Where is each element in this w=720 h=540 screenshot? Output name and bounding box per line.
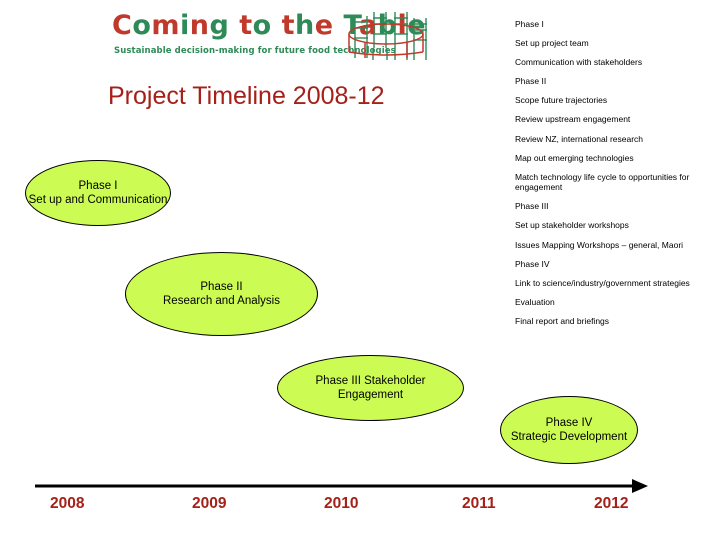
phase-3-ellipse: Phase III Stakeholder Engagement bbox=[277, 355, 464, 421]
phase-4-ellipse: Phase IV Strategic Development bbox=[500, 396, 638, 464]
phase-2-line-1: Phase II bbox=[200, 281, 243, 293]
phase-1-line-2: Set up and Communication bbox=[28, 194, 168, 206]
list-item: Phase II bbox=[515, 76, 547, 87]
timeline-year-2010: 2010 bbox=[324, 495, 359, 512]
phase-3-line-1: Phase III Stakeholder bbox=[315, 375, 426, 387]
phase-2-line-2: Research and Analysis bbox=[163, 295, 280, 307]
list-item: Set up stakeholder workshops bbox=[515, 220, 629, 231]
phase-4-line-1: Phase IV bbox=[545, 417, 593, 429]
list-item: Phase IV bbox=[515, 258, 550, 269]
timeline-year-labels: 2008 2009 2010 2011 2012 bbox=[0, 495, 720, 525]
list-item: Review upstream engagement bbox=[515, 114, 631, 125]
timeline-year-2012: 2012 bbox=[594, 495, 629, 512]
phase-4-label: Phase IV Strategic Development bbox=[511, 416, 627, 444]
list-item: Final report and briefings bbox=[515, 315, 610, 326]
timeline-year-2008: 2008 bbox=[50, 495, 85, 512]
list-item: Set up project team bbox=[515, 38, 589, 49]
phase-3-line-2: Engagement bbox=[337, 389, 404, 401]
phase-1-label: Phase I Set up and Communication bbox=[29, 179, 168, 207]
list-item: Issues Mapping Workshops – general, Maor… bbox=[515, 239, 684, 250]
list-item: Evaluation bbox=[515, 296, 555, 307]
phase-activity-list: Phase I Set up project team Communicatio… bbox=[515, 19, 715, 335]
site-logo: Coming to the Table Sustainable decision… bbox=[112, 12, 447, 70]
list-item: Communication with stakeholders bbox=[515, 57, 643, 68]
list-item: Link to science/industry/government stra… bbox=[515, 277, 690, 288]
list-item: Map out emerging technologies bbox=[515, 152, 634, 163]
list-item: Scope future trajectories bbox=[515, 95, 608, 106]
phase-1-ellipse: Phase I Set up and Communication bbox=[25, 160, 171, 226]
phase-3-label: Phase III Stakeholder Engagement bbox=[316, 374, 426, 402]
phase-4-line-2: Strategic Development bbox=[510, 431, 628, 443]
round-table-with-chairs-icon bbox=[348, 12, 427, 60]
phase-1-line-1: Phase I bbox=[78, 180, 118, 192]
timeline-year-2009: 2009 bbox=[192, 495, 227, 512]
page-title: Project Timeline 2008-12 bbox=[108, 82, 385, 110]
phase-2-ellipse: Phase II Research and Analysis bbox=[125, 252, 318, 336]
list-item: Match technology life cycle to opportuni… bbox=[515, 171, 690, 193]
timeline-year-2011: 2011 bbox=[462, 495, 496, 512]
phase-2-label: Phase II Research and Analysis bbox=[163, 280, 280, 308]
list-item: Review NZ, international research bbox=[515, 133, 644, 144]
list-item: Phase III bbox=[515, 201, 549, 212]
list-item: Phase I bbox=[515, 19, 544, 29]
